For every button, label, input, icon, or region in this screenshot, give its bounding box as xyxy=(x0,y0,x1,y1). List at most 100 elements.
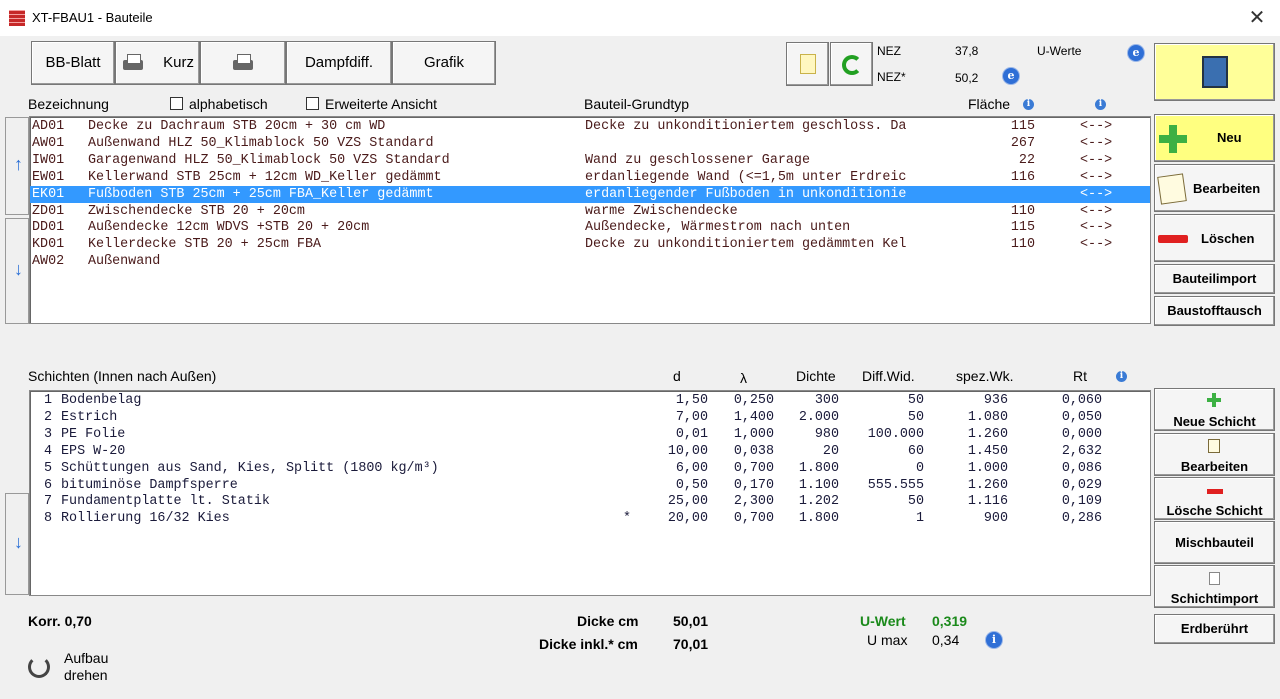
import-document-icon xyxy=(1209,572,1220,585)
layer-scroll-tab[interactable]: ↓ xyxy=(5,493,29,595)
scroll-down-tab[interactable]: ↓ xyxy=(5,218,29,324)
component-type: warme Zwischendecke xyxy=(585,203,738,219)
nez-info-icon[interactable]: e xyxy=(1003,68,1019,84)
component-code: IW01 xyxy=(32,152,65,168)
component-row[interactable]: AW02 Außenwand xyxy=(30,253,1150,270)
layer-row[interactable]: 6 bituminöse Dampfsperre 0,50 0,170 1.100 555… xyxy=(30,477,1150,494)
component-row[interactable]: EK01 Fußboden STB 25cm + 25cm FBA_Keller … xyxy=(30,185,1150,203)
layer-list[interactable]: 1 Bodenbelag 1,50 0,250 300 50 936 0,060 2 Estric… xyxy=(29,390,1151,596)
layer-row[interactable]: 5 Schüttungen aus Sand, Kies, Splitt (180… xyxy=(30,460,1150,477)
layer-star: * xyxy=(623,511,632,527)
neu-button[interactable]: Neu xyxy=(1154,114,1275,162)
component-code: AD01 xyxy=(32,119,65,134)
dicke-value: 50,01 xyxy=(673,613,709,629)
mischbauteil-button[interactable]: Mischbauteil xyxy=(1154,521,1275,564)
layer-lambda: 2,300 xyxy=(733,494,774,510)
loesche-schicht-button[interactable]: Lösche Schicht xyxy=(1154,477,1275,520)
component-name: Zwischendecke STB 20 + 20cm xyxy=(88,203,305,219)
layer-number: 5 xyxy=(43,460,52,476)
print-button[interactable] xyxy=(200,41,286,85)
layer-name: EPS W-20 xyxy=(61,443,126,459)
component-arrow: <--> xyxy=(1080,186,1113,202)
layer-name: Fundamentplatte lt. Statik xyxy=(61,494,270,510)
flaeche-info-icon[interactable]: i xyxy=(1023,99,1034,110)
dicke-inkl-label: Dicke inkl.* cm xyxy=(539,636,638,652)
exit-button[interactable] xyxy=(1154,43,1275,101)
bauteilimport-label: Bauteilimport xyxy=(1172,271,1257,286)
layer-spez: 1.260 xyxy=(967,426,1008,442)
diffwid-header: Diff.Wid. xyxy=(862,368,915,384)
layer-row[interactable]: 8 Rollierung 16/32 Kies * 20,00 0,700 1.800 1 9… xyxy=(30,510,1150,527)
spezwk-header: spez.Wk. xyxy=(956,368,1014,384)
erweiterte-ansicht-checkbox[interactable] xyxy=(306,97,319,110)
arrow-up-icon: ↑ xyxy=(14,154,23,174)
component-row[interactable]: AW01 Außenwand HLZ 50_Klimablock 50 VZS S… xyxy=(30,135,1150,152)
component-row[interactable]: KD01 Kellerdecke STB 20 + 25cm FBA Decke z… xyxy=(30,236,1150,253)
print-short-button[interactable]: Kurz xyxy=(115,41,200,85)
component-code: EK01 xyxy=(32,186,65,202)
baustofftausch-button[interactable]: Baustofftausch xyxy=(1154,296,1275,326)
refresh-button[interactable] xyxy=(830,42,873,86)
printer-icon xyxy=(121,54,145,72)
layer-d: 0,01 xyxy=(675,426,708,442)
bearbeiten-schicht-button[interactable]: Bearbeiten xyxy=(1154,433,1275,476)
layer-spez: 1.116 xyxy=(967,494,1008,510)
layer-d: 25,00 xyxy=(667,494,708,510)
rt-info-icon[interactable]: i xyxy=(1116,371,1127,382)
layer-spez: 1.000 xyxy=(967,460,1008,476)
component-name: Decke zu Dachraum STB 20cm + 30 cm WD xyxy=(88,119,386,134)
erdberuehrt-button[interactable]: Erdberührt xyxy=(1154,614,1275,644)
component-row[interactable]: DD01 Außendecke 12cm WDVS +STB 20 + 20cm A… xyxy=(30,219,1150,236)
layer-number: 2 xyxy=(43,409,52,425)
layer-number: 8 xyxy=(43,511,52,527)
grafik-button[interactable]: Grafik xyxy=(392,41,496,85)
loeschen-button[interactable]: Löschen xyxy=(1154,214,1275,262)
kurz-label: Kurz xyxy=(163,54,194,71)
component-row[interactable]: ZD01 Zwischendecke STB 20 + 20cm warme Zwi… xyxy=(30,203,1150,220)
layer-row[interactable]: 1 Bodenbelag 1,50 0,250 300 50 936 0,060 xyxy=(30,392,1150,409)
component-row[interactable]: EW01 Kellerwand STB 25cm + 12cm WD_Keller… xyxy=(30,169,1150,186)
component-name: Kellerwand STB 25cm + 12cm WD_Keller ged… xyxy=(88,169,442,185)
close-button[interactable]: ✕ xyxy=(1242,3,1272,33)
layer-d: 20,00 xyxy=(667,511,708,527)
component-area: 115 xyxy=(1010,220,1035,236)
neue-schicht-button[interactable]: Neue Schicht xyxy=(1154,388,1275,431)
layer-spez: 936 xyxy=(983,393,1008,408)
dampfdiff-button[interactable]: Dampfdiff. xyxy=(286,41,392,85)
bb-blatt-button[interactable]: BB-Blatt xyxy=(31,41,115,85)
component-row[interactable]: IW01 Garagenwand HLZ 50_Klimablock 50 VZS… xyxy=(30,152,1150,169)
bearbeiten-button[interactable]: Bearbeiten xyxy=(1154,164,1275,212)
layer-row[interactable]: 3 PE Folie 0,01 1,000 980 100.000 1.260 0,000 xyxy=(30,426,1150,443)
nez-star-label: NEZ* xyxy=(877,70,906,84)
schichtimport-label: Schichtimport xyxy=(1170,591,1259,606)
layer-name: bituminöse Dampfsperre xyxy=(61,477,238,493)
component-area: 22 xyxy=(1018,152,1035,168)
layer-row[interactable]: 4 EPS W-20 10,00 0,038 20 60 1.450 2,632 xyxy=(30,443,1150,460)
bauteilimport-button[interactable]: Bauteilimport xyxy=(1154,264,1275,294)
u-werte-info-icon[interactable]: e xyxy=(1128,45,1144,61)
component-list[interactable]: AD01 Decke zu Dachraum STB 20cm + 30 cm W… xyxy=(29,116,1151,324)
layer-number: 1 xyxy=(43,393,52,408)
scroll-up-tab[interactable]: ↑ xyxy=(5,117,29,215)
nez-value: 37,8 xyxy=(955,44,979,58)
component-name: Außenwand xyxy=(88,254,161,270)
layer-rt: 2,632 xyxy=(1061,443,1102,459)
rotate-icon[interactable] xyxy=(28,656,50,678)
alphabetisch-checkbox[interactable] xyxy=(170,97,183,110)
schichtimport-button[interactable]: Schichtimport xyxy=(1154,565,1275,608)
component-type: erdanliegender Fußboden in unkonditionie xyxy=(585,186,907,202)
nez-label: NEZ xyxy=(877,44,901,58)
layer-spez: 1.450 xyxy=(967,443,1008,459)
umax-info-icon[interactable]: i xyxy=(986,632,1002,648)
bezeichnung-header: Bezeichnung xyxy=(28,96,109,112)
new-document-button[interactable] xyxy=(786,42,829,86)
neu-label: Neu xyxy=(1217,130,1242,145)
window-title: XT-FBAU1 - Bauteile xyxy=(32,10,153,25)
document-icon xyxy=(800,54,816,74)
aufbau-label-1: Aufbau xyxy=(64,650,109,666)
layer-row[interactable]: 2 Estrich 7,00 1,400 2.000 50 1.080 0,050 xyxy=(30,409,1150,426)
layer-row[interactable]: 7 Fundamentplatte lt. Statik 25,00 2,300 1.2… xyxy=(30,493,1150,510)
arrow-info-icon[interactable]: i xyxy=(1095,99,1106,110)
component-row[interactable]: AD01 Decke zu Dachraum STB 20cm + 30 cm W… xyxy=(30,118,1150,135)
neue-schicht-label: Neue Schicht xyxy=(1173,414,1256,429)
